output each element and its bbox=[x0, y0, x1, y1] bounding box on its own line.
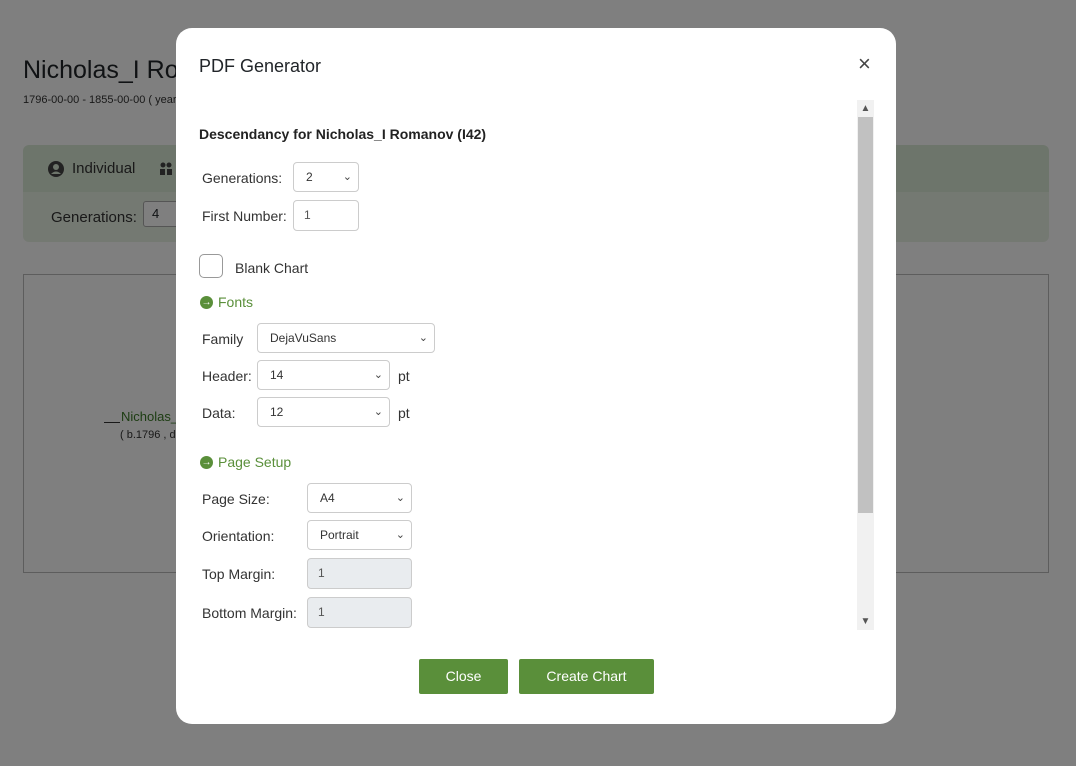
chevron-down-icon: ⌄ bbox=[395, 529, 405, 541]
family-label: Family bbox=[202, 331, 244, 347]
data-size-select[interactable]: 12 ⌄ bbox=[257, 397, 390, 427]
modal-title: PDF Generator bbox=[199, 56, 322, 76]
modal-body: Descendancy for Nicholas_I Romanov (I42)… bbox=[176, 100, 874, 630]
section-heading: Descendancy for Nicholas_I Romanov (I42) bbox=[199, 126, 487, 142]
page-size-label: Page Size: bbox=[202, 491, 270, 507]
blank-chart-label: Blank Chart bbox=[235, 260, 309, 276]
close-icon[interactable]: × bbox=[858, 52, 871, 76]
fonts-link-label: Fonts bbox=[218, 294, 254, 310]
scroll-down-icon[interactable]: ▼ bbox=[857, 613, 874, 630]
pdf-generator-modal: PDF Generator × Descendancy for Nicholas… bbox=[176, 28, 896, 724]
family-value: DejaVuSans bbox=[270, 331, 337, 345]
data-size-value: 12 bbox=[270, 405, 284, 419]
family-select[interactable]: DejaVuSans ⌄ bbox=[257, 323, 435, 353]
orientation-select[interactable]: Portrait ⌄ bbox=[307, 520, 412, 550]
arrow-right-icon: → bbox=[200, 455, 213, 469]
header-unit: pt bbox=[398, 368, 410, 384]
data-label: Data: bbox=[202, 405, 236, 421]
close-button[interactable]: Close bbox=[419, 659, 508, 694]
orientation-value: Portrait bbox=[320, 528, 359, 542]
chevron-down-icon: ⌄ bbox=[418, 332, 428, 344]
first-number-label: First Number: bbox=[202, 208, 287, 224]
header-label: Header: bbox=[202, 368, 252, 384]
blank-chart-checkbox[interactable] bbox=[199, 254, 223, 278]
generations-select[interactable]: 2 ⌄ bbox=[293, 162, 359, 192]
top-margin-label: Top Margin: bbox=[202, 566, 276, 582]
orientation-label: Orientation: bbox=[202, 528, 275, 544]
header-size-value: 14 bbox=[270, 368, 284, 382]
chevron-down-icon: ⌄ bbox=[373, 369, 383, 381]
page-setup-link-label: Page Setup bbox=[218, 454, 292, 470]
page-size-value: A4 bbox=[320, 491, 335, 505]
header-size-select[interactable]: 14 ⌄ bbox=[257, 360, 390, 390]
generations-label: Generations: bbox=[202, 170, 283, 186]
chevron-down-icon: ⌄ bbox=[395, 492, 405, 504]
create-chart-button[interactable]: Create Chart bbox=[519, 659, 654, 694]
arrow-right-icon: → bbox=[200, 295, 213, 309]
modal-scrollbar[interactable]: ▲ ▼ bbox=[857, 100, 874, 630]
first-number-input[interactable]: 1 bbox=[293, 200, 359, 231]
fonts-link[interactable]: → Fonts bbox=[200, 294, 253, 310]
bottom-margin-label: Bottom Margin: bbox=[202, 605, 297, 621]
chevron-down-icon: ⌄ bbox=[342, 171, 352, 183]
scrollbar-thumb[interactable] bbox=[858, 117, 873, 513]
chevron-down-icon: ⌄ bbox=[373, 406, 383, 418]
generations-value: 2 bbox=[306, 170, 313, 184]
page-size-select[interactable]: A4 ⌄ bbox=[307, 483, 412, 513]
top-margin-input[interactable]: 1 bbox=[307, 558, 412, 589]
page-setup-link[interactable]: → Page Setup bbox=[200, 454, 291, 470]
bottom-margin-input[interactable]: 1 bbox=[307, 597, 412, 628]
data-unit: pt bbox=[398, 405, 410, 421]
scroll-up-icon[interactable]: ▲ bbox=[857, 100, 874, 117]
